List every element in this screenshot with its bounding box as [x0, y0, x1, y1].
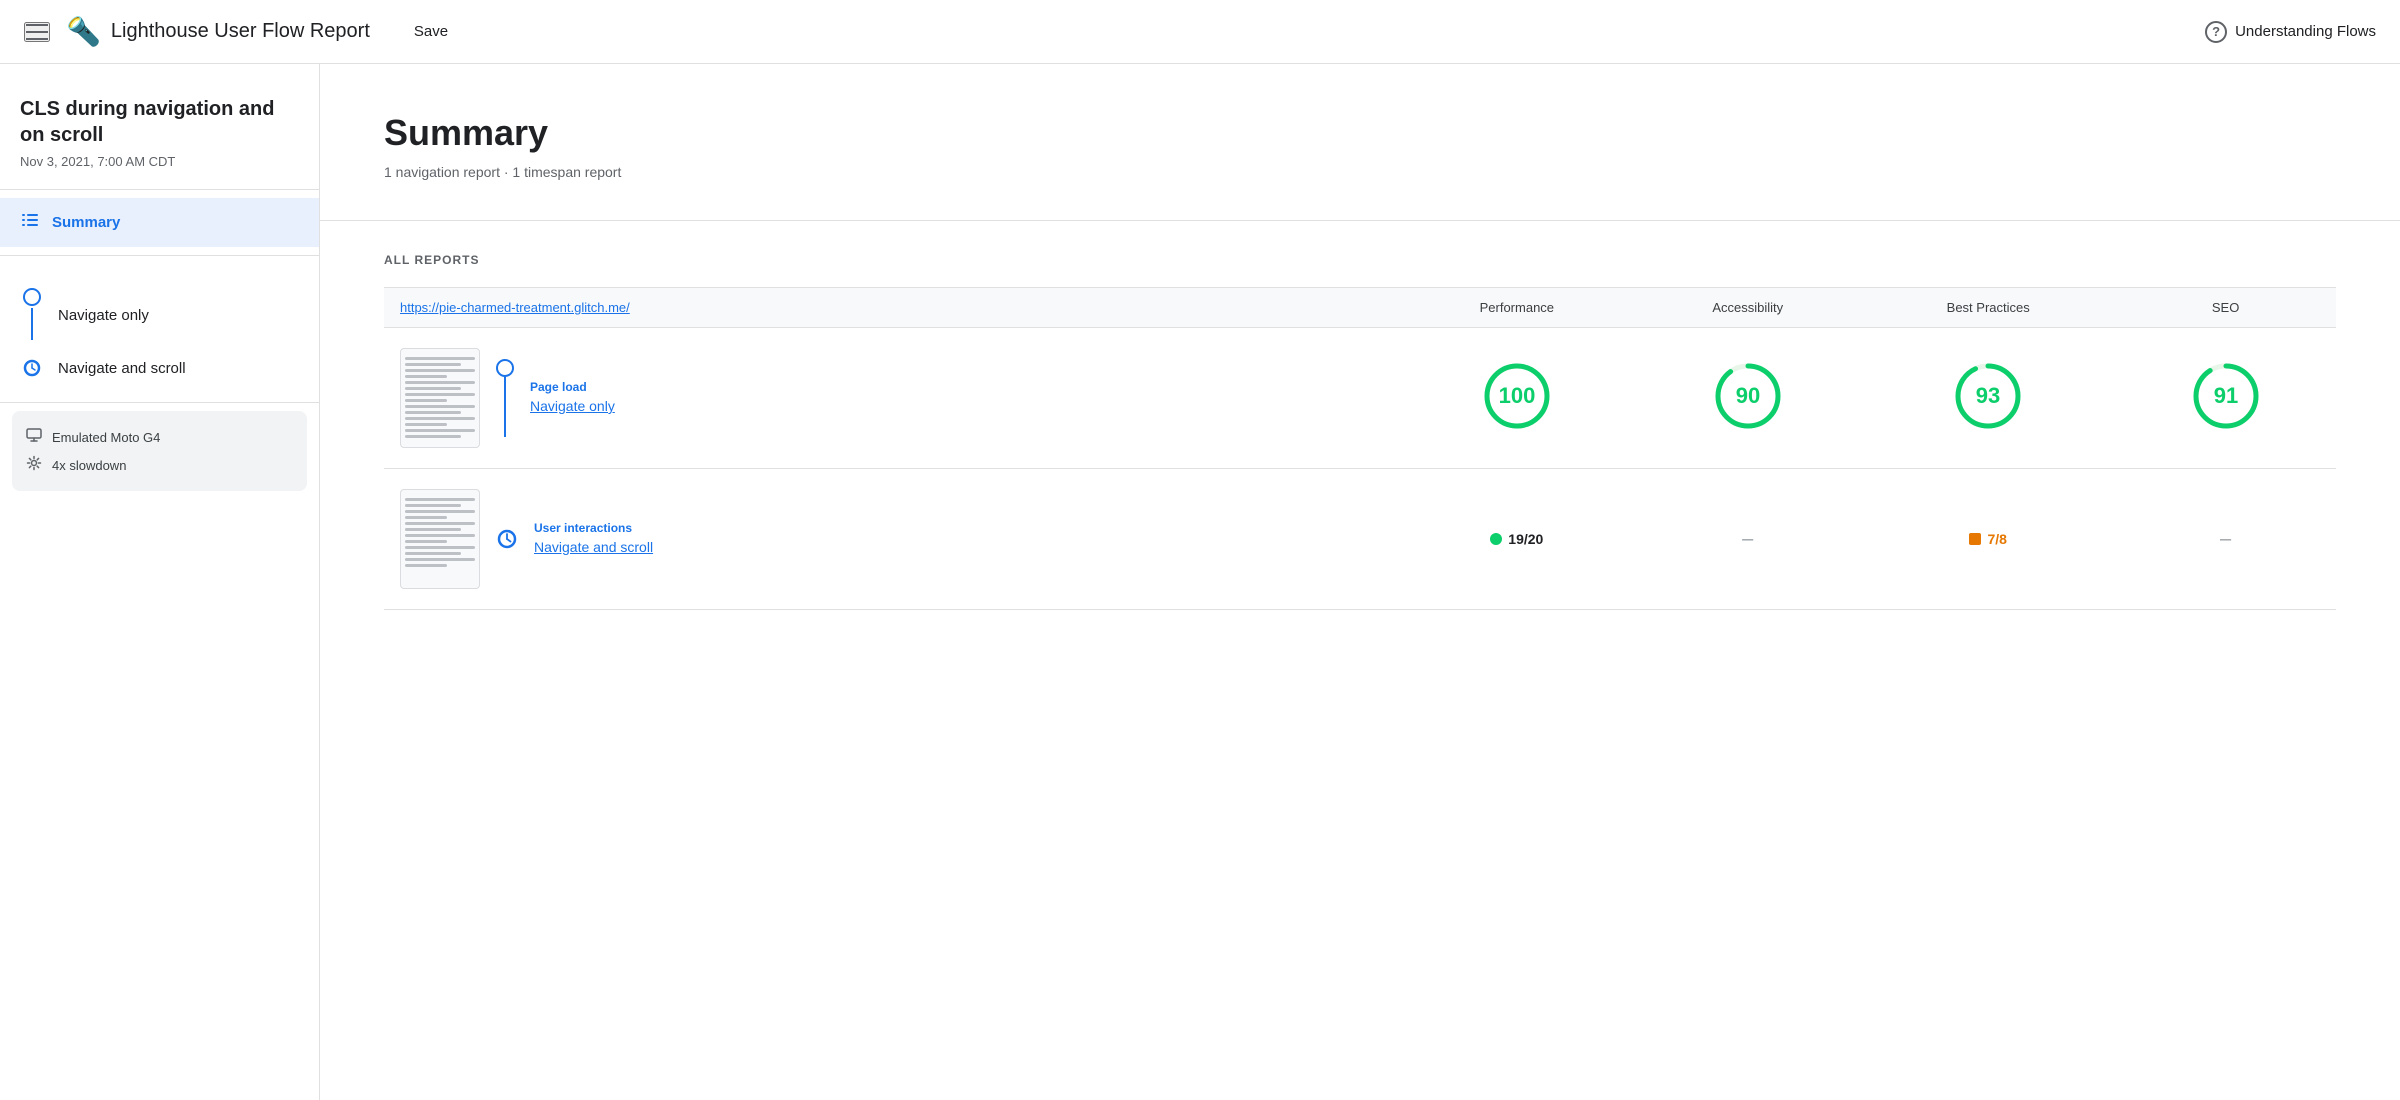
reports-section: ALL REPORTS https://pie-charmed-treatmen… [320, 221, 2400, 642]
save-button[interactable]: Save [402, 17, 460, 46]
score-circle-90: 90 [1712, 360, 1784, 432]
row2-info-cell: User interactions Navigate and scroll [384, 469, 1399, 610]
main-layout: CLS during navigation and on scroll Nov … [0, 64, 2400, 1100]
score-circle-100: 100 [1481, 360, 1553, 432]
help-icon: ? [2205, 21, 2227, 43]
sidebar-summary-label: Summary [52, 214, 120, 231]
gear-icon [26, 455, 42, 475]
row2-seo-score: – [2115, 469, 2336, 610]
step-label-2: Navigate and scroll [58, 360, 186, 377]
accessibility-column-header: Accessibility [1634, 288, 1861, 328]
row1-report-info: Page load Navigate only [530, 380, 680, 416]
best-practices-column-header: Best Practices [1861, 288, 2115, 328]
score-dash-seo: – [2115, 528, 2336, 551]
report-thumbnail-2 [400, 489, 480, 589]
score-square-orange [1969, 533, 1981, 545]
summary-subtitle: 1 navigation report · 1 timespan report [384, 164, 2336, 180]
sidebar-divider-3 [0, 402, 319, 403]
report-table: https://pie-charmed-treatment.glitch.me/… [384, 288, 2336, 610]
row1-report-type: Page load [530, 380, 680, 394]
score-dot-green [1490, 533, 1502, 545]
score-circle-93: 93 [1952, 360, 2024, 432]
row1-step-line [504, 377, 506, 437]
header: 🔦 Lighthouse User Flow Report Save ? Und… [0, 0, 2400, 64]
score-badge-7-8: 7/8 [1969, 531, 2006, 547]
row1-report-name[interactable]: Navigate only [530, 398, 615, 414]
step-line-1 [31, 308, 33, 340]
sidebar-step-navigate-only[interactable]: Navigate only [20, 280, 299, 350]
reports-heading: ALL REPORTS [384, 253, 2336, 267]
row2-best-practices-score: 7/8 [1861, 469, 2115, 610]
row2-report-type: User interactions [534, 521, 684, 535]
svg-text:93: 93 [1976, 383, 2000, 408]
score-dash-acc: – [1634, 528, 1861, 551]
table-row: User interactions Navigate and scroll 19… [384, 469, 2336, 610]
row2-clock-icon [496, 528, 518, 550]
row1-step-circle [496, 359, 514, 377]
svg-text:90: 90 [1735, 383, 1759, 408]
row1-accessibility-score: 90 [1634, 328, 1861, 469]
sidebar: CLS during navigation and on scroll Nov … [0, 64, 320, 1100]
url-column-header: https://pie-charmed-treatment.glitch.me/ [384, 288, 1399, 328]
step-connector-2 [496, 528, 518, 550]
env-slowdown-label: 4x slowdown [52, 458, 126, 473]
report-url[interactable]: https://pie-charmed-treatment.glitch.me/ [400, 300, 630, 315]
row2-report-info: User interactions Navigate and scroll [534, 521, 684, 557]
row1-seo-score: 91 [2115, 328, 2336, 469]
env-device: Emulated Moto G4 [26, 423, 293, 451]
score-circle-91: 91 [2190, 360, 2262, 432]
menu-button[interactable] [24, 22, 50, 42]
logo-icon: 🔦 [66, 15, 101, 48]
step-icon-col-1 [20, 288, 44, 342]
step-connector-1 [496, 359, 514, 437]
score-badge-19-20: 19/20 [1490, 531, 1543, 547]
row1-best-practices-score: 93 [1861, 328, 2115, 469]
svg-text:100: 100 [1498, 383, 1535, 408]
row2-performance-score: 19/20 [1399, 469, 1634, 610]
main-content: Summary 1 navigation report · 1 timespan… [320, 64, 2400, 1100]
clock-icon [22, 358, 42, 378]
sidebar-item-summary[interactable]: Summary [0, 198, 319, 247]
step-icon-col-2 [20, 358, 44, 378]
understanding-flows-label: Understanding Flows [2235, 23, 2376, 40]
sidebar-steps: Navigate only Navigate and scroll [0, 264, 319, 402]
svg-text:91: 91 [2213, 383, 2237, 408]
understanding-flows-link[interactable]: ? Understanding Flows [2205, 21, 2376, 43]
project-date: Nov 3, 2021, 7:00 AM CDT [0, 154, 319, 189]
row1-info-cell: Page load Navigate only [384, 328, 1399, 469]
step-circle-1 [23, 288, 41, 306]
performance-column-header: Performance [1399, 288, 1634, 328]
summary-title: Summary [384, 112, 2336, 154]
sidebar-divider-2 [0, 255, 319, 256]
row2-accessibility-score: – [1634, 469, 1861, 610]
sidebar-divider-1 [0, 189, 319, 190]
env-slowdown: 4x slowdown [26, 451, 293, 479]
step-label-1: Navigate only [58, 307, 149, 324]
sidebar-env: Emulated Moto G4 4x slowdown [12, 411, 307, 491]
report-thumbnail-1 [400, 348, 480, 448]
sidebar-step-navigate-scroll[interactable]: Navigate and scroll [20, 350, 299, 386]
row2-report-name[interactable]: Navigate and scroll [534, 539, 653, 555]
table-row: Page load Navigate only [384, 328, 2336, 469]
app-title: Lighthouse User Flow Report [111, 20, 370, 43]
summary-section: Summary 1 navigation report · 1 timespan… [320, 64, 2400, 221]
project-title: CLS during navigation and on scroll [0, 64, 319, 154]
summary-icon [20, 210, 40, 235]
monitor-icon [26, 427, 42, 447]
row1-performance-score: 100 [1399, 328, 1634, 469]
env-device-label: Emulated Moto G4 [52, 430, 160, 445]
table-header-row: https://pie-charmed-treatment.glitch.me/… [384, 288, 2336, 328]
seo-column-header: SEO [2115, 288, 2336, 328]
